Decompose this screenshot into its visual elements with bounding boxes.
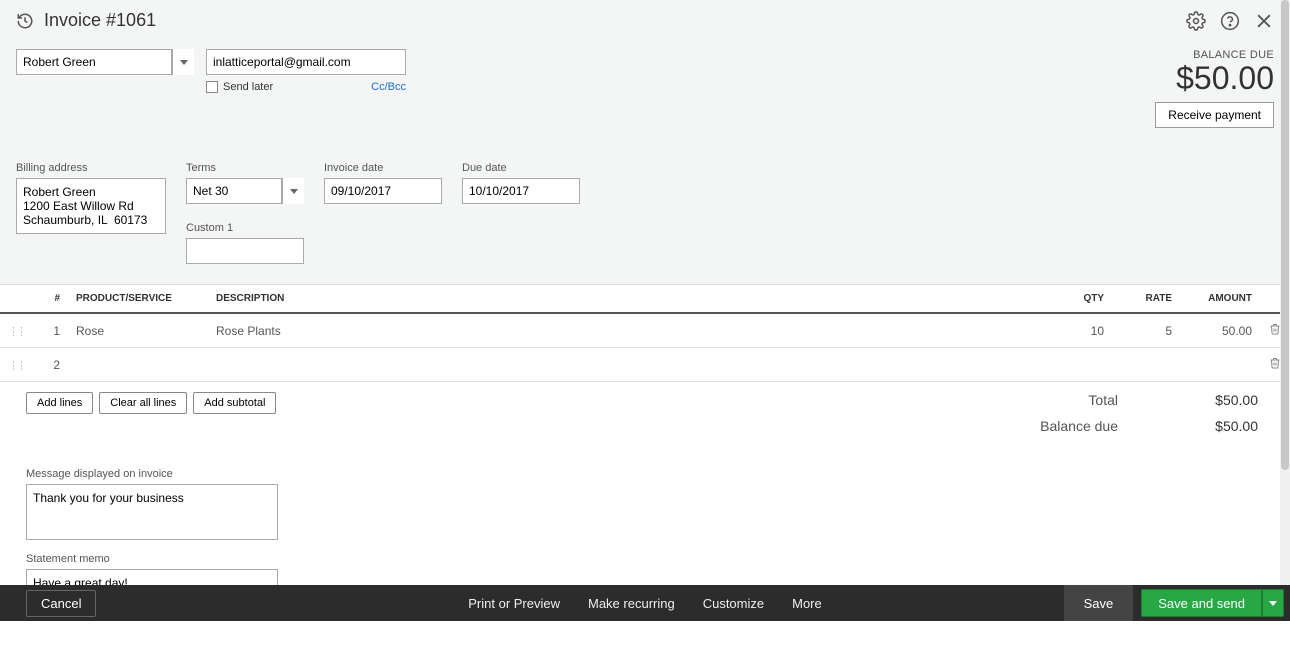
line-description[interactable] xyxy=(208,348,1044,382)
send-later-checkbox[interactable] xyxy=(206,81,218,93)
make-recurring-link[interactable]: Make recurring xyxy=(588,596,675,611)
page-title: Invoice #1061 xyxy=(44,10,156,31)
help-icon[interactable] xyxy=(1220,11,1240,31)
line-qty[interactable] xyxy=(1044,348,1112,382)
save-and-send-caret[interactable] xyxy=(1262,589,1284,617)
custom1-field[interactable] xyxy=(186,238,304,264)
due-date-field[interactable] xyxy=(462,178,580,204)
footer-bar: Cancel Print or Preview Make recurring C… xyxy=(0,585,1290,621)
line-product[interactable]: Rose xyxy=(68,313,208,348)
close-icon[interactable] xyxy=(1254,11,1274,31)
send-later-label: Send later xyxy=(223,81,273,93)
balance-due-label: Balance due xyxy=(1040,418,1118,434)
clear-all-lines-button[interactable]: Clear all lines xyxy=(99,392,187,414)
customer-select-caret[interactable] xyxy=(172,49,194,75)
balance-due-value: $50.00 xyxy=(1178,418,1258,434)
invoice-message-field[interactable] xyxy=(26,484,278,540)
invoice-date-field[interactable] xyxy=(324,178,442,204)
line-rate[interactable] xyxy=(1112,348,1180,382)
receive-payment-button[interactable]: Receive payment xyxy=(1155,102,1274,128)
col-rate-header: RATE xyxy=(1112,285,1180,313)
col-qty-header: QTY xyxy=(1044,285,1112,313)
line-description[interactable]: Rose Plants xyxy=(208,313,1044,348)
line-num: 2 xyxy=(32,348,68,382)
add-lines-button[interactable]: Add lines xyxy=(26,392,93,414)
email-field[interactable] xyxy=(206,49,406,75)
scrollbar[interactable] xyxy=(1280,0,1290,585)
ccbcc-link[interactable]: Cc/Bcc xyxy=(371,81,406,93)
customer-select[interactable] xyxy=(16,49,172,75)
save-and-send-button[interactable]: Save and send xyxy=(1141,589,1262,617)
save-button[interactable]: Save xyxy=(1064,585,1134,621)
line-amount[interactable] xyxy=(1180,348,1260,382)
line-amount[interactable]: 50.00 xyxy=(1180,313,1260,348)
scrollbar-thumb[interactable] xyxy=(1281,0,1289,470)
statement-memo-label: Statement memo xyxy=(26,553,1264,565)
invoice-message-label: Message displayed on invoice xyxy=(26,468,1264,480)
table-row[interactable]: 1 Rose Rose Plants 10 5 50.00 xyxy=(0,313,1290,348)
invoice-date-label: Invoice date xyxy=(324,162,442,174)
drag-handle-icon[interactable] xyxy=(8,358,24,372)
billing-address-label: Billing address xyxy=(16,162,166,174)
col-description-header: DESCRIPTION xyxy=(208,285,1044,313)
line-rate[interactable]: 5 xyxy=(1112,313,1180,348)
history-icon[interactable] xyxy=(16,12,34,30)
terms-label: Terms xyxy=(186,162,304,174)
billing-address-field[interactable] xyxy=(16,178,166,234)
terms-select[interactable] xyxy=(186,178,282,204)
add-subtotal-button[interactable]: Add subtotal xyxy=(193,392,276,414)
line-product[interactable] xyxy=(68,348,208,382)
line-qty[interactable]: 10 xyxy=(1044,313,1112,348)
col-amount-header: AMOUNT xyxy=(1180,285,1260,313)
print-preview-link[interactable]: Print or Preview xyxy=(468,596,560,611)
customize-link[interactable]: Customize xyxy=(703,596,764,611)
gear-icon[interactable] xyxy=(1186,11,1206,31)
cancel-button[interactable]: Cancel xyxy=(26,590,96,617)
table-row[interactable]: 2 xyxy=(0,348,1290,382)
col-num-header: # xyxy=(32,285,68,313)
more-link[interactable]: More xyxy=(792,596,822,611)
total-label: Total xyxy=(1088,392,1118,408)
drag-handle-icon[interactable] xyxy=(8,324,24,338)
col-product-header: PRODUCT/SERVICE xyxy=(68,285,208,313)
custom1-label: Custom 1 xyxy=(186,222,304,234)
total-value: $50.00 xyxy=(1178,392,1258,408)
balance-due-amount: $50.00 xyxy=(1155,61,1274,96)
line-num: 1 xyxy=(32,313,68,348)
line-items-table: # PRODUCT/SERVICE DESCRIPTION QTY RATE A… xyxy=(0,285,1290,382)
due-date-label: Due date xyxy=(462,162,580,174)
terms-select-caret[interactable] xyxy=(282,178,304,204)
